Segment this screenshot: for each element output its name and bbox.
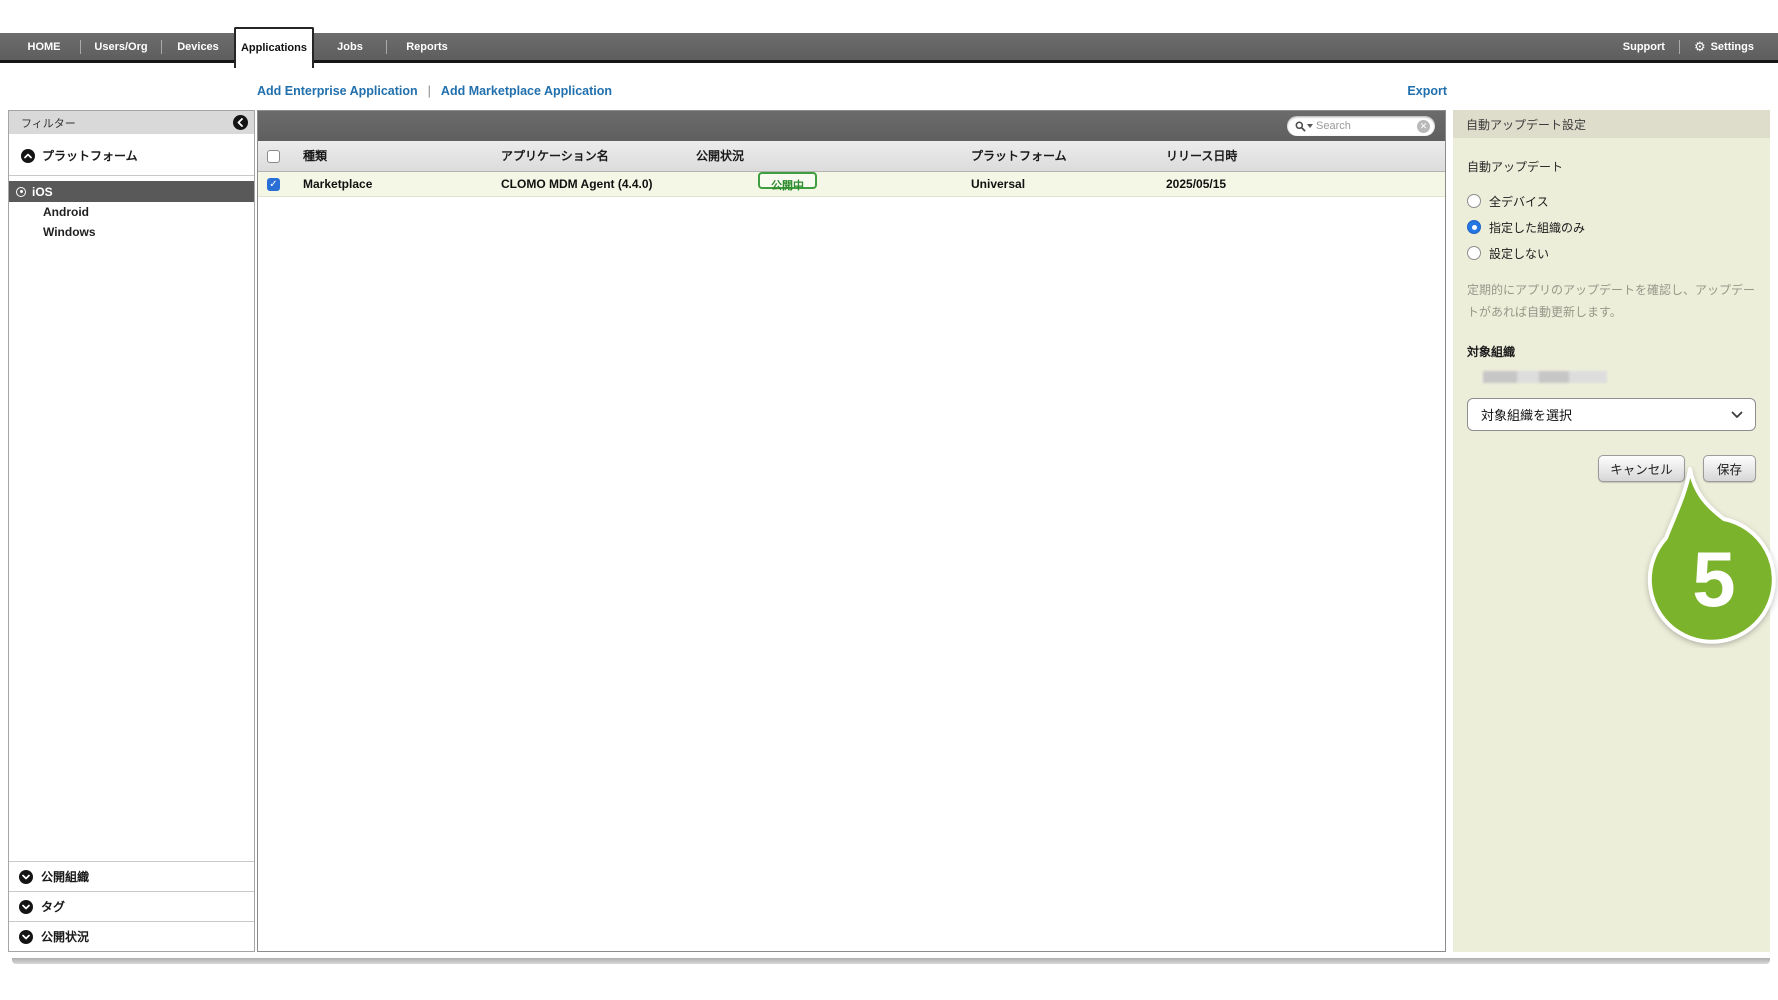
auto-update-radio-group: 全デバイス 指定した組織のみ 設定しない: [1467, 188, 1756, 266]
export-link[interactable]: Export: [1360, 84, 1447, 98]
gear-icon: ⚙: [1694, 40, 1706, 53]
radio-label: 全デバイス: [1489, 193, 1549, 210]
chevron-down-icon: [1731, 411, 1743, 419]
nav-item-users-org[interactable]: Users/Org: [81, 41, 161, 53]
filter-header: フィルター: [9, 111, 254, 134]
nav-item-reports[interactable]: Reports: [387, 41, 467, 53]
target-org-label: 対象組織: [1467, 343, 1756, 360]
search-input[interactable]: [1316, 120, 1417, 132]
section-label: 公開組織: [41, 868, 89, 885]
nav-tabs: HOME Users/Org Devices Applications Jobs…: [0, 33, 467, 60]
filter-section-public-status[interactable]: 公開状況: [9, 921, 254, 951]
add-marketplace-application-link[interactable]: Add Marketplace Application: [441, 84, 612, 98]
support-link[interactable]: Support: [1623, 41, 1665, 53]
nav-item-applications-active[interactable]: Applications: [234, 27, 314, 68]
target-org-select[interactable]: 対象組織を選択: [1467, 398, 1756, 431]
radio-option-specified-org[interactable]: 指定した組織のみ: [1467, 214, 1756, 240]
step-balloon: 5: [1638, 466, 1778, 648]
panel-header: 自動アップデート設定: [1453, 110, 1770, 138]
add-enterprise-application-link[interactable]: Add Enterprise Application: [257, 84, 418, 98]
row-checkbox-checked[interactable]: ✓: [267, 178, 280, 191]
radio-label: 設定しない: [1489, 245, 1549, 262]
filter-sidebar: フィルター プラットフォーム iOS Android Windows 公開組: [8, 110, 255, 952]
radio-option-none[interactable]: 設定しない: [1467, 240, 1756, 266]
section-label: 公開状況: [41, 928, 89, 945]
select-all-checkbox[interactable]: [267, 150, 280, 163]
cell-platform: Universal: [971, 172, 1025, 197]
column-header-status[interactable]: 公開状況: [696, 141, 744, 172]
radio-icon-selected[interactable]: [1467, 220, 1481, 234]
link-separator: |: [428, 84, 431, 98]
cell-type: Marketplace: [303, 172, 372, 197]
clear-search-icon[interactable]: ✕: [1417, 120, 1430, 133]
filter-item-windows[interactable]: Windows: [9, 222, 254, 242]
filter-title: フィルター: [21, 115, 76, 131]
column-header-release-date[interactable]: リリース日時: [1166, 141, 1237, 172]
sidebar-divider: [9, 175, 254, 176]
table-toolbar: ✕: [258, 111, 1445, 141]
filter-section-tag[interactable]: タグ: [9, 891, 254, 921]
platform-section-label: プラットフォーム: [42, 147, 138, 164]
sidebar-collapse-button[interactable]: [233, 115, 248, 130]
panel-title: 自動アップデート設定: [1466, 116, 1586, 133]
nav-separator: [1679, 40, 1680, 54]
chevron-left-icon: [237, 118, 244, 127]
table-row[interactable]: ✓ Marketplace CLOMO MDM Agent (4.4.0) 公開…: [258, 172, 1445, 197]
top-navigation-bar: HOME Users/Org Devices Applications Jobs…: [0, 33, 1778, 63]
sidebar-spacer: [9, 242, 254, 861]
filter-item-android[interactable]: Android: [9, 202, 254, 222]
redacted-org-name: [1483, 371, 1607, 383]
column-header-app-name[interactable]: アプリケーション名: [501, 141, 609, 172]
column-header-type[interactable]: 種類: [303, 141, 327, 172]
radio-label: 指定した組織のみ: [1489, 219, 1585, 236]
chevron-down-circle-icon: [19, 930, 33, 944]
radio-option-all-devices[interactable]: 全デバイス: [1467, 188, 1756, 214]
step-number: 5: [1692, 535, 1735, 623]
auto-update-label: 自動アップデート: [1467, 158, 1756, 175]
filter-section-platform[interactable]: プラットフォーム: [9, 134, 254, 172]
nav-item-devices[interactable]: Devices: [162, 41, 234, 53]
clomo-admin-page: HOME Users/Org Devices Applications Jobs…: [0, 0, 1778, 1000]
settings-label: Settings: [1711, 41, 1754, 53]
filter-item-ios-selected[interactable]: iOS: [9, 181, 254, 202]
column-header-platform[interactable]: プラットフォーム: [971, 141, 1067, 172]
search-scope-caret-icon[interactable]: [1307, 124, 1313, 128]
auto-update-description: 定期的にアプリのアップデートを確認し、アップデートがあれば自動更新します。: [1467, 280, 1759, 323]
status-badge: 公開中: [758, 172, 817, 189]
content-drop-shadow: [12, 958, 1770, 964]
select-value: 対象組織を選択: [1481, 405, 1572, 424]
cell-release-date: 2025/05/15: [1166, 172, 1226, 197]
nav-right-group: Support ⚙ Settings: [1623, 40, 1778, 54]
section-label: タグ: [41, 898, 65, 915]
panel-body: 自動アップデート 全デバイス 指定した組織のみ 設定しない 定期的にアプリのアッ…: [1453, 158, 1770, 482]
selected-radio-icon: [16, 187, 26, 197]
application-actions: Add Enterprise Application | Add Marketp…: [257, 84, 612, 98]
filter-section-public-org[interactable]: 公開組織: [9, 861, 254, 891]
filter-item-label: iOS: [32, 185, 53, 199]
chevron-down-circle-icon: [19, 870, 33, 884]
settings-link[interactable]: ⚙ Settings: [1694, 40, 1754, 53]
nav-item-jobs[interactable]: Jobs: [314, 41, 386, 53]
nav-item-home[interactable]: HOME: [8, 41, 80, 53]
search-icon: [1295, 121, 1306, 132]
cell-app-name: CLOMO MDM Agent (4.4.0): [501, 172, 653, 197]
chevron-down-circle-icon: [19, 900, 33, 914]
radio-icon[interactable]: [1467, 194, 1481, 208]
search-box[interactable]: ✕: [1287, 116, 1435, 136]
applications-table: ✕ 種類 アプリケーション名 公開状況 プラットフォーム リリース日時 ✓ Ma…: [257, 110, 1446, 952]
radio-icon[interactable]: [1467, 246, 1481, 260]
chevron-up-circle-icon: [21, 149, 35, 163]
table-header-row: 種類 アプリケーション名 公開状況 プラットフォーム リリース日時: [258, 141, 1445, 172]
